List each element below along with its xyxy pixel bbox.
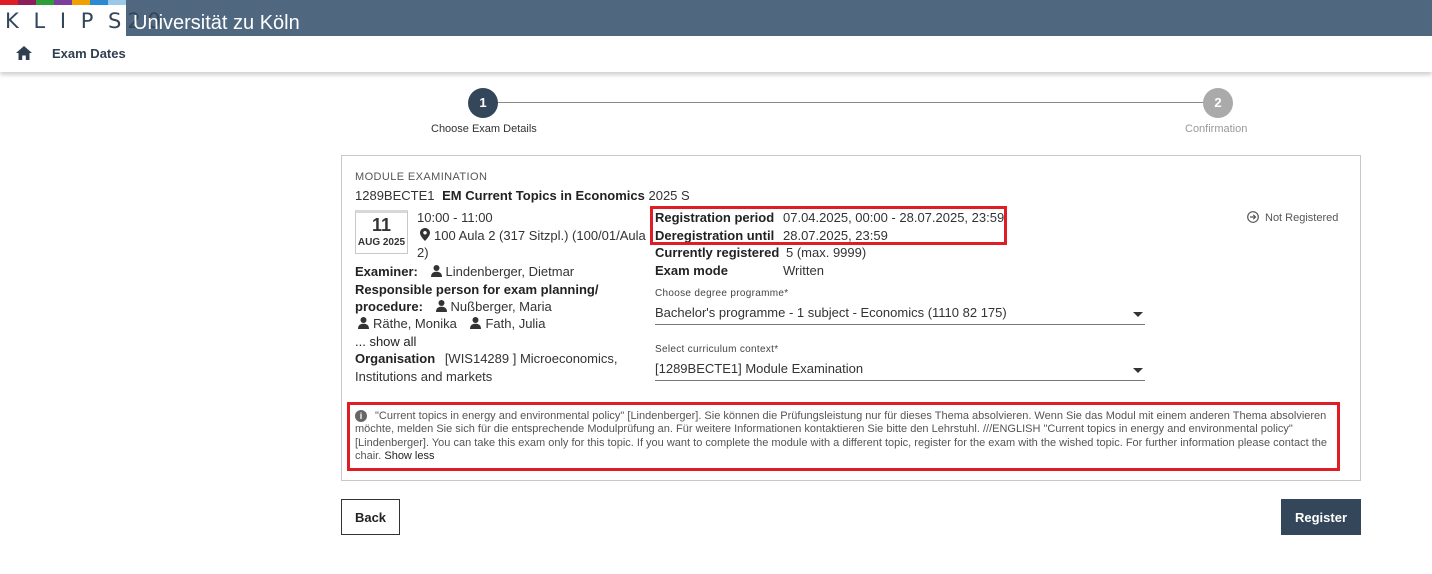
responsible-label-2: procedure: [355,299,423,314]
logo-stripe [36,0,54,5]
exam-mode-label: Exam mode [655,263,728,278]
exam-type-label: MODULE EXAMINATION [355,171,488,183]
logo-stripe [72,0,90,5]
logo-stripe [108,0,126,5]
top-bar: K L I P S2.0 Universität zu Köln [0,0,1432,36]
person-icon [358,317,369,329]
status-text: Not Registered [1265,212,1339,224]
examiner-row: Examiner: Lindenberger, Dietmar [355,263,574,280]
responsible-name-1: Nußberger, Maria [450,299,552,314]
exam-time: 10:00 - 11:00 [417,210,493,225]
curriculum-context-label: Select curriculum context* [655,344,779,355]
registration-status: Not Registered [1247,210,1338,226]
person-icon [470,317,482,329]
location-line-2: 2) [417,245,429,260]
exam-location: 100 Aula 2 (317 Sitzpl.) (100/01/Aula [420,227,646,244]
step-2-circle: 2 [1203,88,1233,118]
highlight-info-note [347,402,1340,471]
page-title: Exam Dates [52,46,126,61]
chevron-down-icon [1133,312,1143,317]
person-icon [435,300,447,312]
currently-registered-value: 5 (max. 9999) [786,245,867,260]
curriculum-context-select[interactable]: [1289BECTE1] Module Examination [655,359,1145,381]
degree-programme-select[interactable]: Bachelor's programme - 1 subject - Econo… [655,303,1145,325]
exam-term: 2025 S [648,188,690,203]
examiner-name: Lindenberger, Dietmar [445,264,575,279]
date-month: AUG 2025 [357,237,406,248]
logo-letters: K L I P S [5,9,126,33]
exam-mode-value: Written [783,263,824,278]
show-all-link[interactable]: ... show all [355,333,416,350]
examiner-person[interactable]: Lindenberger, Dietmar [430,264,575,279]
step-1-circle: 1 [468,88,498,118]
back-button[interactable]: Back [341,499,400,535]
organisation-line-2: Institutions and markets [355,369,493,384]
degree-programme-label: Choose degree programme* [655,288,789,299]
nav-bar: Exam Dates [0,36,1432,72]
examiner-label: Examiner: [355,264,418,279]
organisation-label: Organisation [355,351,436,366]
logo-stripe [0,0,18,5]
arrow-right-circle-icon [1247,211,1259,223]
date-day: 11 [371,215,392,235]
klips-logo[interactable]: K L I P S2.0 [0,0,161,36]
map-pin-icon [420,228,430,241]
date-badge: 11 AUG 2025 [355,210,408,254]
responsible-person-1[interactable]: Nußberger, Maria [435,299,552,314]
university-name: Universität zu Köln [133,12,300,34]
organisation-line-1: [WIS14289 ] Microeconomics, [444,351,618,366]
stepper-line [497,102,1204,103]
register-button[interactable]: Register [1281,499,1361,535]
responsible-row-2: Räthe, Monika Fath, Julia [358,315,545,332]
highlight-registration [650,206,1007,245]
chevron-down-icon [1133,368,1143,373]
exam-title: EM Current Topics in Economics [442,188,645,203]
location-line-1: 100 Aula 2 (317 Sitzpl.) (100/01/Aula [434,228,646,243]
degree-programme-value: Bachelor's programme - 1 subject - Econo… [655,305,1007,320]
responsible-name-2: Räthe, Monika [373,316,457,331]
logo-stripe [18,0,36,5]
logo-stripe [90,0,108,5]
person-icon [430,265,442,277]
responsible-row-1: procedure: Nußberger, Maria [355,298,552,315]
currently-registered-label: Currently registered [655,245,780,260]
responsible-name-3: Fath, Julia [485,316,546,331]
curriculum-context-value: [1289BECTE1] Module Examination [655,361,864,376]
exam-code: 1289BECTE1 [355,188,435,203]
home-icon[interactable] [16,46,32,60]
responsible-label-1: Responsible person for exam planning/ [355,282,599,297]
logo-stripe [54,0,72,5]
responsible-person-2[interactable]: Räthe, Monika [358,316,457,331]
step-2-label: Confirmation [1185,123,1248,135]
organisation-row: Organisation [WIS14289 ] Microeconomics, [355,350,618,367]
exam-heading: 1289BECTE1 EM Current Topics in Economic… [355,187,690,204]
step-1-label: Choose Exam Details [431,123,537,135]
responsible-person-3[interactable]: Fath, Julia [470,316,545,331]
